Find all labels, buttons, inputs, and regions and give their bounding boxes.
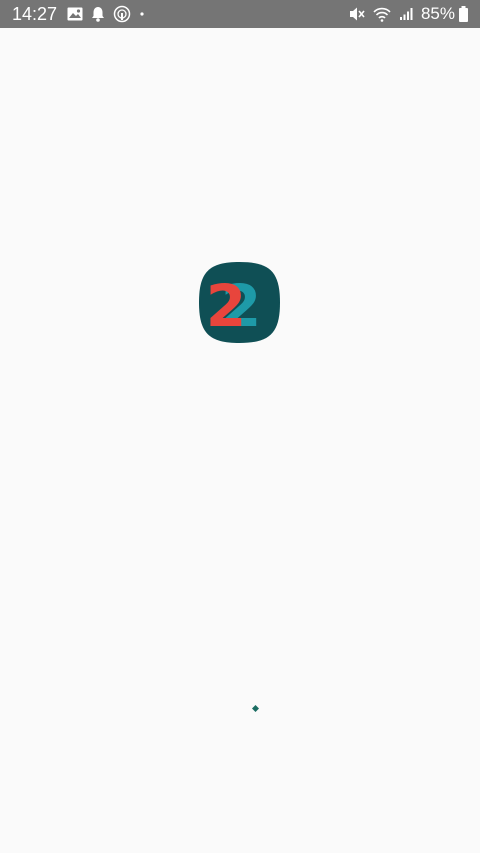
splash-screen: 14:27 85% 2 2 (0, 0, 480, 853)
notification-bell-icon (91, 6, 105, 22)
status-bar: 14:27 85% (0, 0, 480, 28)
status-bar-left: 14:27 (12, 0, 153, 28)
hotspot-icon (113, 5, 131, 23)
wifi-icon (373, 6, 391, 22)
battery-icon (459, 6, 468, 22)
mute-icon (349, 6, 365, 22)
status-time: 14:27 (12, 4, 58, 24)
loading-indicator (252, 697, 259, 712)
battery-percent: 85% (420, 4, 455, 23)
status-bar-right: 85% (349, 0, 468, 28)
logo-digit-first: 2 (206, 272, 246, 340)
more-dot-icon (139, 11, 145, 17)
image-icon (67, 7, 83, 21)
signal-icon (399, 7, 413, 21)
app-logo: 2 2 (198, 261, 281, 344)
